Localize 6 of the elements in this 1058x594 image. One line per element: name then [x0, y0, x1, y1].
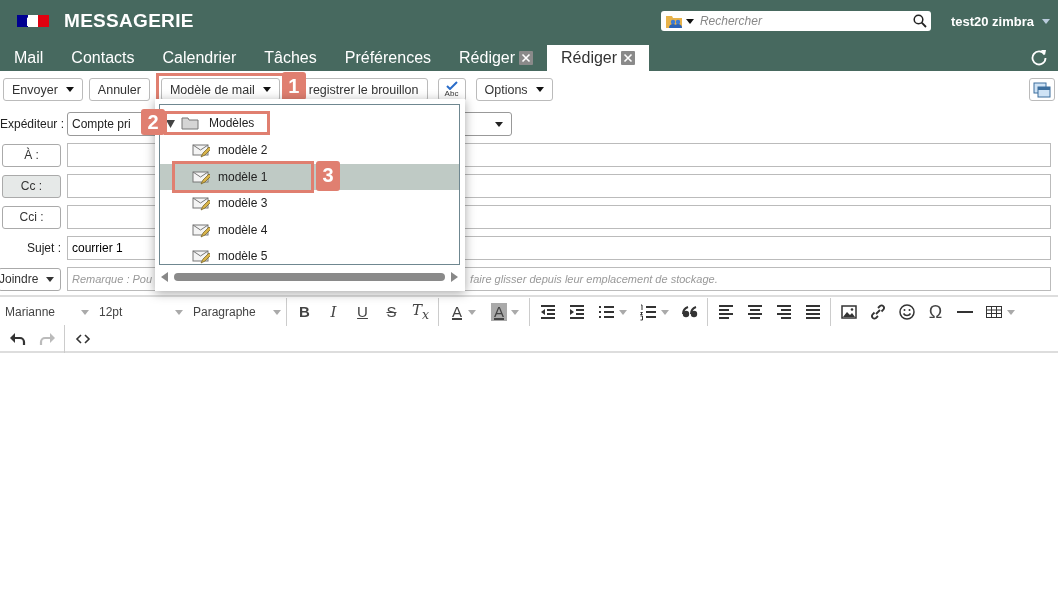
field-label: Sujet : — [25, 241, 61, 255]
step-badge: 2 — [141, 109, 165, 135]
step-badge: 1 — [281, 72, 306, 100]
field-label: Expéditeur : — [0, 117, 61, 131]
step-badge: 3 — [316, 160, 340, 191]
app-title: MESSAGERIE — [64, 10, 194, 32]
